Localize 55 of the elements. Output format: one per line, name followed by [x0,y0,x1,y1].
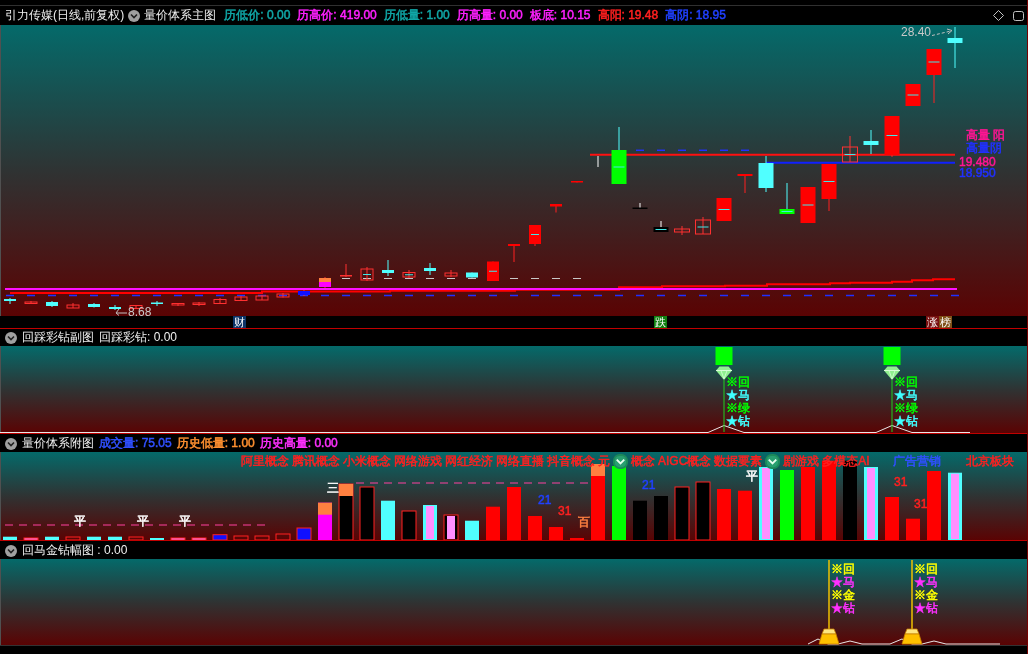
signal-label: ★钻 [914,602,938,615]
signal-line [828,559,830,630]
ingot-icon [818,628,840,645]
indicator-reading: 高阴: 18.95 [665,8,726,23]
indicator-reading: 历高价: 419.00 [297,8,377,23]
stock-title: 引力传媒(日线,前复权) [5,8,125,23]
signal-label: ★钻 [831,602,855,615]
indicator-reading: 高阳: 19.48 [597,8,659,23]
signal-line [723,379,725,433]
event-tag: 财 [233,316,246,328]
signal-label: ★钻 [894,415,918,428]
signal-label: ★马 [831,576,855,589]
indicator-reading: 历史低量: 1.00 [176,436,255,451]
indicator-name[interactable]: 量价体系主图 [144,8,217,23]
ingot-icon [901,628,923,645]
indicator-name[interactable]: 回马金钻幅图 : 0.00 [22,543,128,558]
indicator-reading: 历高量: 0.00 [456,8,523,23]
signal-label: ★马 [894,389,918,402]
signal-label: ※回 [831,563,855,576]
concept-tag: 北京板块 [965,455,1014,468]
signal-label: ★马 [726,389,750,402]
indicator-reading: 回踩彩钻: 0.00 [99,330,178,345]
chevron-down-icon[interactable] [5,437,17,450]
event-tag: 跌 [654,316,667,328]
signal-line [891,379,893,433]
chevron-down-icon[interactable] [5,544,17,557]
level-label: 高量阴 [966,142,1002,154]
signal-label: ※金 [914,589,938,602]
signal-label: ※回 [726,376,750,389]
block-icon [883,347,901,365]
indicator-reading: 成交量: 75.05 [99,436,172,451]
signal-label: ※金 [831,589,855,602]
chevron-down-icon[interactable] [128,9,141,22]
signal-label: ★马 [914,576,938,589]
indicator-name[interactable]: 回踩彩钻副图 [22,330,94,345]
indicator-reading: 历史高量: 0.00 [259,436,338,451]
event-tag: 榜 [939,316,952,328]
block-icon [715,347,733,365]
signal-label: ★钻 [726,415,750,428]
signal-line [911,559,913,630]
indicator-reading: 历低价: 0.00 [224,8,291,23]
signal-label: ※绿 [726,402,750,415]
indicator-name[interactable]: 量价体系附图 [22,436,94,451]
signal-label: ※回 [914,563,938,576]
signal-label: ※回 [894,376,918,389]
indicator-reading: 板底: 10.15 [529,8,591,23]
level-label: 高量 阳 [966,129,1006,141]
level-label: 18.950 [959,167,996,179]
diamond-icon[interactable] [993,10,1004,21]
event-tag: 涨 [926,316,939,328]
signal-label: ※绿 [894,402,918,415]
square-icon[interactable] [1013,10,1024,21]
level-label: 19.480 [959,156,996,168]
indicator-reading: 历低量: 1.00 [383,8,450,23]
chevron-down-icon[interactable] [5,331,17,344]
